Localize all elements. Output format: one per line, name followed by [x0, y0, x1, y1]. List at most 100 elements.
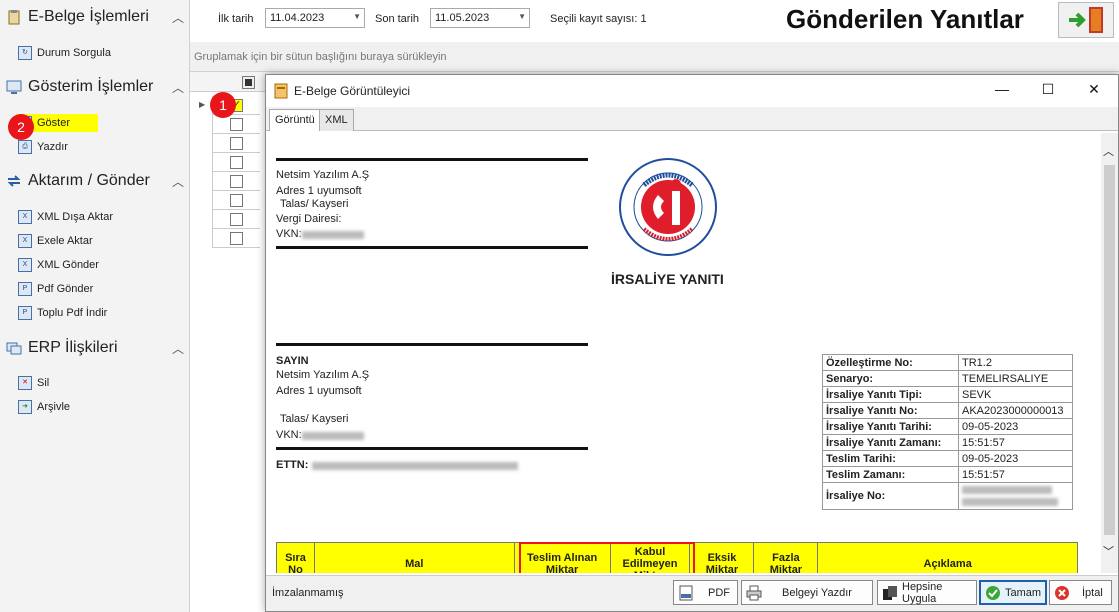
end-date-label: Son tarih	[375, 13, 420, 25]
document-info-table: Özelleştirme No: TR1.2 Senaryo: TEMELIRSALI…	[822, 354, 1073, 510]
sidebar-item-yazdir[interactable]: ⎙ Yazdır	[18, 138, 68, 156]
grid-row[interactable]	[212, 229, 260, 248]
info-value: 09-05-2023	[958, 450, 1073, 467]
apply-all-button-label: Hepsine Uygula	[902, 580, 943, 605]
check-icon	[985, 585, 1001, 601]
row-checkbox[interactable]	[230, 232, 243, 245]
row-checkbox[interactable]	[230, 137, 243, 150]
section-header-gosterim[interactable]: Gösterim İşlemler ︿	[6, 78, 184, 96]
exit-door-icon	[1069, 7, 1103, 33]
sidebar-item-pdf-gonder[interactable]: P Pdf Gönder	[18, 280, 93, 298]
end-date-value: 11.05.2023	[435, 12, 490, 24]
start-date-picker[interactable]: 11.04.2023 ▼	[265, 8, 365, 28]
column-header: Açıklama	[817, 542, 1078, 573]
receiver-address: Adres 1 uyumsoft	[276, 385, 362, 397]
info-row: İrsaliye Yanıtı Tarihi: 09-05-2023	[822, 418, 1073, 435]
column-header: Mal	[313, 542, 515, 573]
print-button-label: Belgeyi Yazdır	[782, 586, 852, 599]
info-key: İrsaliye Yanıtı Tarihi:	[822, 418, 959, 435]
info-key: İrsaliye Yanıtı No:	[822, 402, 959, 419]
print-button[interactable]: Belgeyi Yazdır	[741, 580, 873, 605]
exit-button[interactable]	[1058, 2, 1114, 38]
end-date-picker[interactable]: 11.05.2023 ▼	[430, 8, 530, 28]
printer-icon: ⎙	[18, 140, 32, 154]
cancel-icon	[1054, 585, 1070, 601]
minimize-button[interactable]: —	[992, 81, 1012, 97]
grid-row[interactable]	[212, 191, 260, 210]
pdf-button-label: PDF	[708, 586, 730, 599]
grid-row[interactable]	[212, 172, 260, 191]
column-header: Sıra No	[276, 542, 315, 573]
close-button[interactable]: ✕	[1084, 81, 1104, 98]
info-key: Özelleştirme No:	[822, 354, 959, 371]
row-checkbox[interactable]	[230, 213, 243, 226]
row-checkbox[interactable]	[230, 118, 243, 131]
printer-icon	[746, 585, 762, 601]
sidebar-item-label: XML Gönder	[37, 259, 99, 271]
row-checkbox[interactable]	[230, 194, 243, 207]
ok-button[interactable]: Tamam	[979, 580, 1047, 605]
sender-address: Adres 1 uyumsoft	[276, 185, 362, 197]
section-header-ebelge[interactable]: E-Belge İşlemleri ︿	[6, 8, 184, 26]
chevron-up-icon[interactable]: ︿	[172, 173, 184, 190]
xml-file-icon: X	[18, 210, 32, 224]
copy-icon	[882, 585, 898, 601]
pdf-button[interactable]: PDF	[673, 580, 738, 605]
chevron-down-icon[interactable]: ▼	[353, 12, 361, 21]
scroll-down-icon[interactable]: ﹀	[1103, 543, 1114, 559]
row-checkbox[interactable]	[230, 156, 243, 169]
row-checkbox[interactable]	[230, 175, 243, 188]
info-row: İrsaliye Yanıtı No: AKA2023000000013	[822, 402, 1073, 419]
info-value: SEVK	[958, 386, 1073, 403]
info-row: İrsaliye Yanıtı Zamanı: 15:51:57	[822, 434, 1073, 451]
sidebar-item-label: Pdf Gönder	[37, 283, 94, 295]
section-header-aktarim[interactable]: Aktarım / Gönder ︿	[6, 172, 184, 190]
monitor-icon	[6, 79, 22, 95]
cancel-button[interactable]: İptal	[1049, 580, 1112, 605]
divider	[276, 158, 588, 161]
dialog-footer: İmzalanmamış PDF Belgeyi Yazdır Hepsine …	[266, 575, 1118, 611]
chevron-up-icon[interactable]: ︿	[172, 340, 184, 357]
chevron-up-icon[interactable]: ︿	[172, 79, 184, 96]
grid-row[interactable]	[212, 115, 260, 134]
section-header-erp[interactable]: ERP İlişkileri ︿	[6, 339, 184, 357]
grid-row[interactable]	[212, 210, 260, 229]
redacted-irsaliye-no	[962, 498, 1058, 507]
archive-icon: ➜	[18, 400, 32, 414]
vertical-scrollbar[interactable]: ︿ ﹀	[1101, 133, 1118, 573]
scroll-up-icon[interactable]: ︿	[1103, 143, 1114, 159]
receiver-heading: SAYIN	[276, 355, 309, 367]
sender-vkn-label: VKN:	[276, 228, 302, 240]
sidebar-item-arsivle[interactable]: ➜ Arşivle	[18, 398, 70, 416]
page-title: Gönderilen Yanıtlar	[786, 4, 1024, 34]
sidebar-item-exele-aktar[interactable]: X Exele Aktar	[18, 232, 93, 250]
chevron-down-icon[interactable]: ▼	[518, 12, 526, 21]
maximize-button[interactable]: ☐	[1038, 81, 1058, 98]
sidebar-item-label: XML Dışa Aktar	[37, 211, 114, 223]
divider	[276, 246, 588, 249]
sidebar-item-xml-disa-aktar[interactable]: X XML Dışa Aktar	[18, 208, 113, 226]
sidebar-item-sil[interactable]: ✕ Sil	[18, 374, 49, 392]
receiver-name: Netsim Yazılım A.Ş	[276, 369, 370, 381]
chevron-up-icon[interactable]: ︿	[172, 9, 184, 26]
divider	[276, 447, 588, 450]
tab-xml[interactable]: XML	[319, 109, 354, 131]
scroll-thumb[interactable]	[1104, 165, 1115, 535]
redacted-vkn	[302, 231, 364, 239]
selected-count: Seçili kayıt sayısı: 1	[550, 13, 647, 25]
signature-status: İmzalanmamış	[272, 587, 344, 599]
info-row: Teslim Tarihi: 09-05-2023	[822, 450, 1073, 467]
grid-row[interactable]	[212, 153, 260, 172]
tab-goruntu[interactable]: Görüntü	[269, 109, 321, 131]
column-header: Eksik Miktar	[689, 542, 755, 573]
sidebar-item-xml-gonder[interactable]: X XML Gönder	[18, 256, 99, 274]
sidebar-item-durum-sorgula[interactable]: ↻ Durum Sorgula	[18, 44, 111, 62]
grid-row[interactable]	[212, 134, 260, 153]
group-by-panel: Gruplamak için bir sütun başlığını buray…	[190, 42, 1119, 72]
sidebar-item-toplu-pdf-indir[interactable]: P Toplu Pdf İndir	[18, 304, 107, 322]
sidebar-item-label: Durum Sorgula	[37, 47, 111, 59]
select-all-checkbox[interactable]	[242, 76, 255, 89]
redacted-irsaliye-no	[962, 486, 1052, 495]
pdf-file-icon: P	[18, 306, 32, 320]
apply-all-button[interactable]: Hepsine Uygula	[877, 580, 977, 605]
